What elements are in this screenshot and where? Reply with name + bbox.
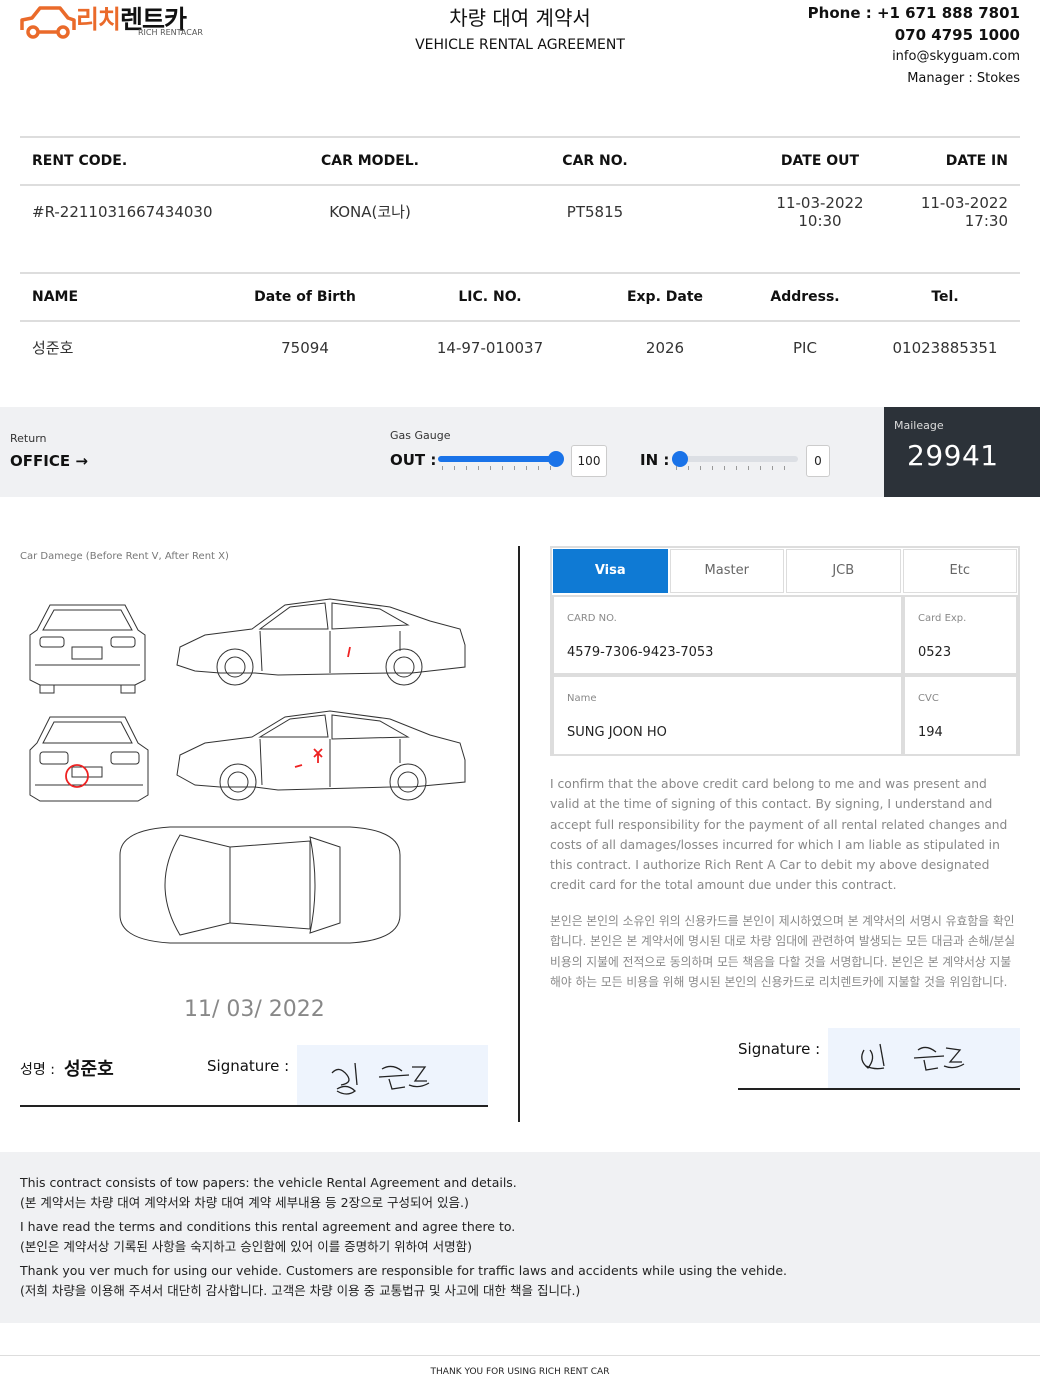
vertical-divider (518, 546, 520, 1122)
divider (0, 1355, 1040, 1356)
name-label: 성명 : (20, 1062, 55, 1078)
mileage-value: 29941 (907, 439, 999, 472)
car-front-view (29, 604, 146, 694)
customer-table-header: NAME Date of Birth LIC. NO. Exp. Date Ad… (20, 272, 1020, 322)
table-row: #R-2211031667434030 KONA(코나) PT5815 11-0… (20, 185, 1020, 237)
customer-table: NAME Date of Birth LIC. NO. Exp. Date Ad… (20, 272, 1020, 373)
phone: Phone : +1 671 888 7801 (807, 4, 1020, 22)
email: info@skyguam.com (892, 49, 1020, 64)
footer-note: This contract consists of tow papers: th… (20, 1175, 517, 1210)
card-name-label: Name (567, 693, 597, 704)
card-name-field[interactable]: Name SUNG JOON HO (552, 675, 903, 756)
col-date-in: DATE IN (880, 136, 1020, 186)
card-exp-label: Card Exp. (918, 613, 967, 624)
gas-in-label: IN : (640, 451, 670, 469)
customer-name: 성준호 (32, 339, 74, 357)
col-dob: Date of Birth (220, 272, 390, 322)
card-name-value: SUNG JOON HO (567, 725, 667, 740)
col-address: Address. (740, 272, 870, 322)
customer-tel: 01023885351 (892, 338, 998, 357)
date-in: 11-03-2022 17:30 (920, 193, 1008, 230)
signature-left: 성명 : 성준호 Signature : (20, 1045, 488, 1107)
signature-label: Signature : (207, 1057, 290, 1075)
arrow-right-icon: → (75, 452, 88, 470)
rent-code: #R-2211031667434030 (32, 202, 213, 221)
card-type-tabs: Visa Master JCB Etc (552, 548, 1018, 594)
col-name: NAME (20, 272, 220, 322)
card-no-label: CARD NO. (567, 613, 617, 624)
col-rent-code: RENT CODE. (20, 136, 260, 186)
card-exp-value: 0523 (918, 645, 952, 660)
rental-table-header: RENT CODE. CAR MODEL. CAR NO. DATE OUT D… (20, 136, 1020, 186)
slider-knob[interactable] (672, 451, 688, 467)
car-top-view (119, 826, 401, 944)
tab-master[interactable]: Master (669, 549, 784, 593)
signature-right: Signature : (738, 1028, 1020, 1090)
thanks-text: THANK YOU FOR USING RICH RENT CAR (430, 1367, 610, 1377)
gas-out-slider[interactable] (438, 451, 564, 470)
tab-visa[interactable]: Visa (553, 549, 668, 593)
signature-pad-left[interactable] (297, 1045, 488, 1105)
date-out: 11-03-2022 10:30 (776, 193, 864, 230)
rental-table: RENT CODE. CAR MODEL. CAR NO. DATE OUT D… (20, 136, 1020, 237)
card-panel: Visa Master JCB Etc CARD NO. 4579-7306-9… (550, 546, 1020, 756)
card-cvc-value: 194 (918, 725, 943, 740)
footer-note: Thank you ver much for using our vehide.… (20, 1263, 788, 1298)
handwritten-signature (861, 1043, 965, 1071)
gas-in-value[interactable]: 0 (806, 445, 830, 477)
car-no: PT5815 (566, 202, 624, 221)
gas-out-label: OUT : (390, 451, 437, 469)
terms-english: I confirm that the above credit card bel… (550, 777, 1008, 893)
footer-notes: This contract consists of tow papers: th… (20, 1173, 787, 1305)
customer-exp-date: 2026 (645, 338, 685, 357)
card-cvc-label: CVC (918, 693, 939, 704)
gas-gauge-label: Gas Gauge (390, 429, 451, 442)
mileage-box: Maileage 29941 (884, 407, 1040, 497)
col-exp-date: Exp. Date (590, 272, 740, 322)
damage-label: Car Damege (Before Rent V, After Rent X) (20, 551, 229, 562)
car-model: KONA(코나) (329, 203, 411, 221)
car-rear-view (29, 716, 149, 802)
manager: Manager : Stokes (907, 71, 1020, 86)
terms-korean: 본인은 본인의 소유인 위의 신용카드를 본인이 제시하였으며 본 계약서의 서… (550, 914, 1016, 990)
tab-etc[interactable]: Etc (902, 549, 1017, 593)
gas-out-value[interactable]: 100 (571, 445, 607, 477)
card-no-field[interactable]: CARD NO. 4579-7306-9423-7053 (552, 595, 903, 675)
car-side-view-top (176, 598, 466, 686)
car-damage-diagram[interactable] (20, 585, 490, 960)
footer-note: I have read the terms and conditions thi… (20, 1219, 516, 1254)
customer-lic-no: 14-97-010037 (436, 338, 544, 357)
slider-knob[interactable] (548, 451, 564, 467)
customer-address: PIC (793, 338, 817, 357)
gas-in-slider[interactable] (672, 451, 798, 470)
handwritten-signature (331, 1062, 430, 1095)
card-exp-field[interactable]: Card Exp. 0523 (903, 595, 1018, 675)
tab-jcb[interactable]: JCB (786, 549, 901, 593)
contact-block: Phone : +1 671 888 7801 070 4795 1000 in… (808, 3, 1020, 91)
phone-2: 070 4795 1000 (894, 26, 1020, 44)
col-car-model: CAR MODEL. (260, 136, 480, 186)
damage-date: 11/ 03/ 2022 (184, 997, 325, 1022)
signature-pad-right[interactable] (828, 1028, 1020, 1088)
card-no-value: 4579-7306-9423-7053 (567, 645, 714, 660)
return-label: Return (10, 432, 47, 445)
col-tel: Tel. (870, 272, 1020, 322)
col-date-out: DATE OUT (710, 136, 880, 186)
signature-label: Signature : (738, 1040, 821, 1058)
mileage-label: Maileage (894, 419, 944, 432)
name-value: 성준호 (64, 1059, 114, 1080)
col-lic-no: LIC. NO. (390, 272, 590, 322)
card-cvc-field[interactable]: CVC 194 (903, 675, 1018, 756)
col-car-no: CAR NO. (480, 136, 710, 186)
customer-dob: 75094 (281, 338, 329, 357)
table-row: 성준호 75094 14-97-010037 2026 PIC 01023885… (20, 321, 1020, 373)
return-value: OFFICE → (10, 452, 88, 470)
